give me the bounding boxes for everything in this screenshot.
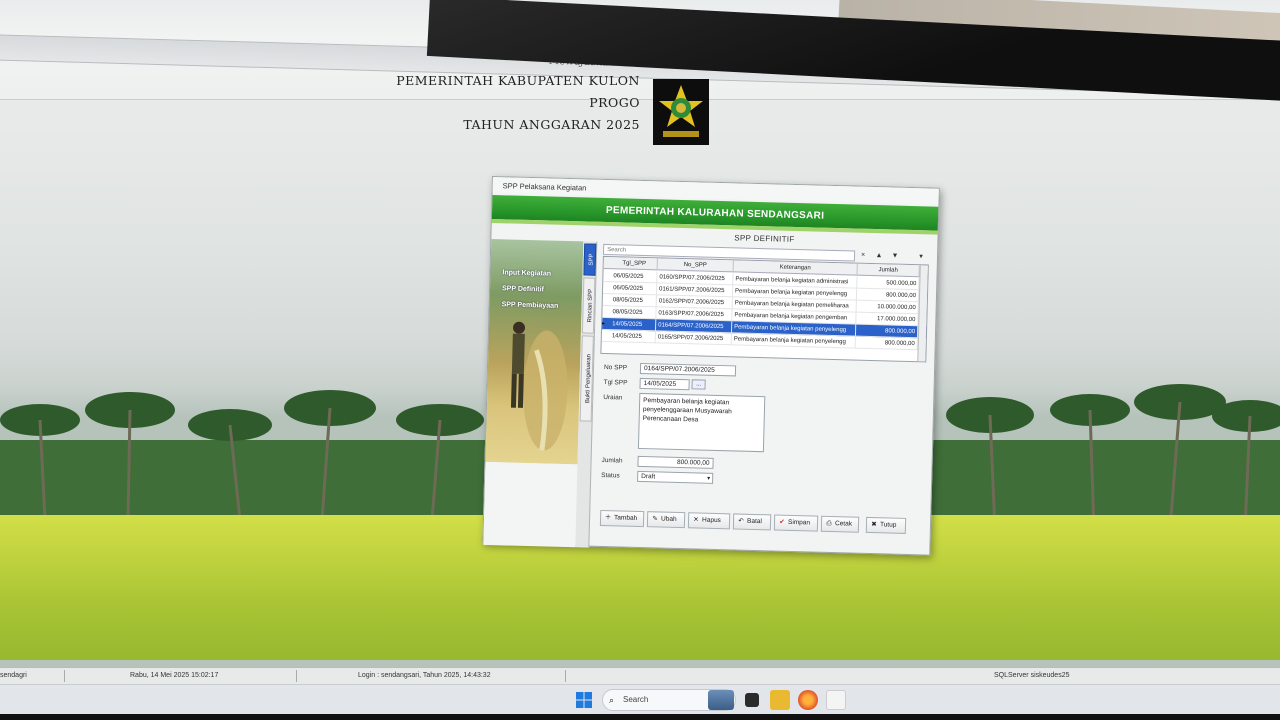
tgl-spp-label: Tgl SPP — [603, 378, 628, 387]
cancel-icon: ↶ — [738, 517, 744, 525]
add-icon: ＋ — [604, 514, 612, 522]
tambah-button[interactable]: ＋ Tambah — [599, 509, 645, 528]
status-label: Status — [601, 471, 620, 480]
jumlah-field[interactable]: 800.000,00 — [637, 455, 714, 469]
delete-icon: ✕ — [693, 516, 699, 524]
row-pointer-icon: ▶ — [600, 320, 605, 328]
dialog-title: SPP Pelaksana Kegiatan — [502, 181, 587, 193]
hapus-button[interactable]: ✕ Hapus — [687, 512, 731, 530]
nav-clear-button[interactable]: × — [857, 251, 869, 261]
windows-taskbar: ⌕ Search — [0, 684, 1280, 714]
no-spp-label: No SPP — [603, 363, 628, 372]
cetak-button[interactable]: ⎙ Cetak — [820, 515, 860, 533]
tab-bukti-pengeluaran[interactable]: Bukti Pengeluaran — [579, 335, 594, 422]
action-buttons: ＋ Tambah ✎ Ubah ✕ Hapus ↶ Batal ✔ Simpan ⎙ Cet… — [594, 509, 930, 539]
table-cell: 0165/SPP/07.2006/2025 — [655, 331, 732, 346]
status-value: Draft — [641, 473, 656, 481]
table-cell: 14/05/2025 — [609, 330, 656, 344]
spp-dialog-window: SPP Pelaksana Kegiatan PEMERINTAH KALURA… — [482, 176, 942, 558]
edit-icon: ✎ — [652, 515, 658, 523]
simpan-button[interactable]: ✔ Simpan — [773, 514, 819, 532]
uraian-textarea[interactable]: Pembayaran belanja kegiatan penyelenggar… — [637, 392, 766, 453]
side-link-spp-definitif[interactable]: SPP Definitif — [502, 285, 544, 293]
government-name: PEMERINTAH KABUPATEN KULON PROGO — [396, 73, 640, 110]
tutup-button[interactable]: ✖ Tutup — [865, 516, 907, 534]
file-explorer-icon[interactable] — [770, 690, 790, 710]
spp-table: Tgl_SPP No_SPP Keterangan Jumlah 06/05/2… — [600, 255, 929, 363]
task-view-icon[interactable] — [745, 693, 759, 707]
government-title: PEMERINTAH KABUPATEN KULON PROGO TAHUN A… — [358, 70, 640, 136]
fiscal-year: TAHUN ANGGARAN 2025 — [463, 117, 640, 132]
table-cell: Pembayaran belanja kegiatan penyelengg — [731, 333, 856, 349]
side-panel-image: Input Kegiatan SPP Definitif SPP Pembiay… — [485, 239, 584, 465]
side-link-input-kegiatan[interactable]: Input Kegiatan — [502, 269, 551, 277]
col-tgl-spp[interactable]: Tgl_SPP — [611, 257, 658, 271]
status-user: sendagri — [0, 672, 27, 679]
spp-dialog: SPP Pelaksana Kegiatan PEMERINTAH KALURA… — [482, 176, 940, 557]
status-login: Login : sendangsari, Tahun 2025, 14:43:3… — [358, 672, 491, 679]
chevron-down-icon: ▼ — [706, 475, 712, 482]
uraian-label: Uraian — [603, 393, 623, 402]
search-icon: ⌕ — [609, 695, 615, 705]
tab-rincian-spp[interactable]: Rincian SPP — [581, 277, 596, 334]
jumlah-label: Jumlah — [601, 456, 623, 465]
side-panel-blank — [483, 461, 578, 548]
status-server: SQLServer siskeudes25 — [994, 672, 1070, 679]
taskbar-search-label: Search — [623, 695, 649, 704]
batal-button[interactable]: ↶ Batal — [732, 513, 772, 531]
regency-emblem-icon — [653, 79, 709, 145]
app-statusbar: sendagri Rabu, 14 Mei 2025 15:02:17 Logi… — [0, 667, 1280, 684]
status-select[interactable]: Draft ▼ — [637, 470, 714, 484]
calendar-button[interactable]: ... — [691, 379, 706, 390]
desktop-screen: Mewujudkan Tatakelola Keuangan Desa yang… — [0, 0, 1280, 720]
nav-dropdown-button[interactable]: ▾ — [915, 252, 927, 262]
status-divider — [296, 670, 297, 682]
monitor-bezel — [0, 714, 1280, 720]
search-highlight-icon[interactable] — [708, 690, 734, 710]
table-scrollbar[interactable] — [917, 265, 928, 363]
spp-content: × ▲ ▼ ▾ Tgl_SPP No_SPP Keterangan Jumlah… — [593, 242, 937, 557]
close-icon: ✖ — [871, 521, 877, 529]
windows-start-icon[interactable] — [576, 692, 592, 708]
ubah-button[interactable]: ✎ Ubah — [646, 511, 686, 529]
table-cell: 800.000,00 — [855, 336, 918, 351]
status-divider — [565, 670, 566, 682]
printer-icon: ⎙ — [826, 519, 832, 528]
nav-down-button[interactable]: ▼ — [889, 251, 901, 261]
col-jumlah[interactable]: Jumlah — [857, 263, 920, 278]
col-no-spp[interactable]: No_SPP — [657, 258, 734, 273]
farmer-illustration-icon — [510, 321, 568, 451]
no-spp-field[interactable]: 0164/SPP/07.2006/2025 — [639, 362, 737, 377]
check-icon: ✔ — [779, 518, 785, 526]
side-link-spp-pembiayaan[interactable]: SPP Pembiayaan — [502, 301, 559, 309]
status-divider — [64, 670, 65, 682]
tgl-spp-field[interactable]: 14/05/2025 — [639, 377, 690, 391]
status-datetime: Rabu, 14 Mei 2025 15:02:17 — [130, 672, 219, 679]
nav-up-button[interactable]: ▲ — [873, 251, 885, 261]
siskeudes-app-icon[interactable] — [826, 690, 846, 710]
firefox-icon[interactable] — [798, 690, 818, 710]
